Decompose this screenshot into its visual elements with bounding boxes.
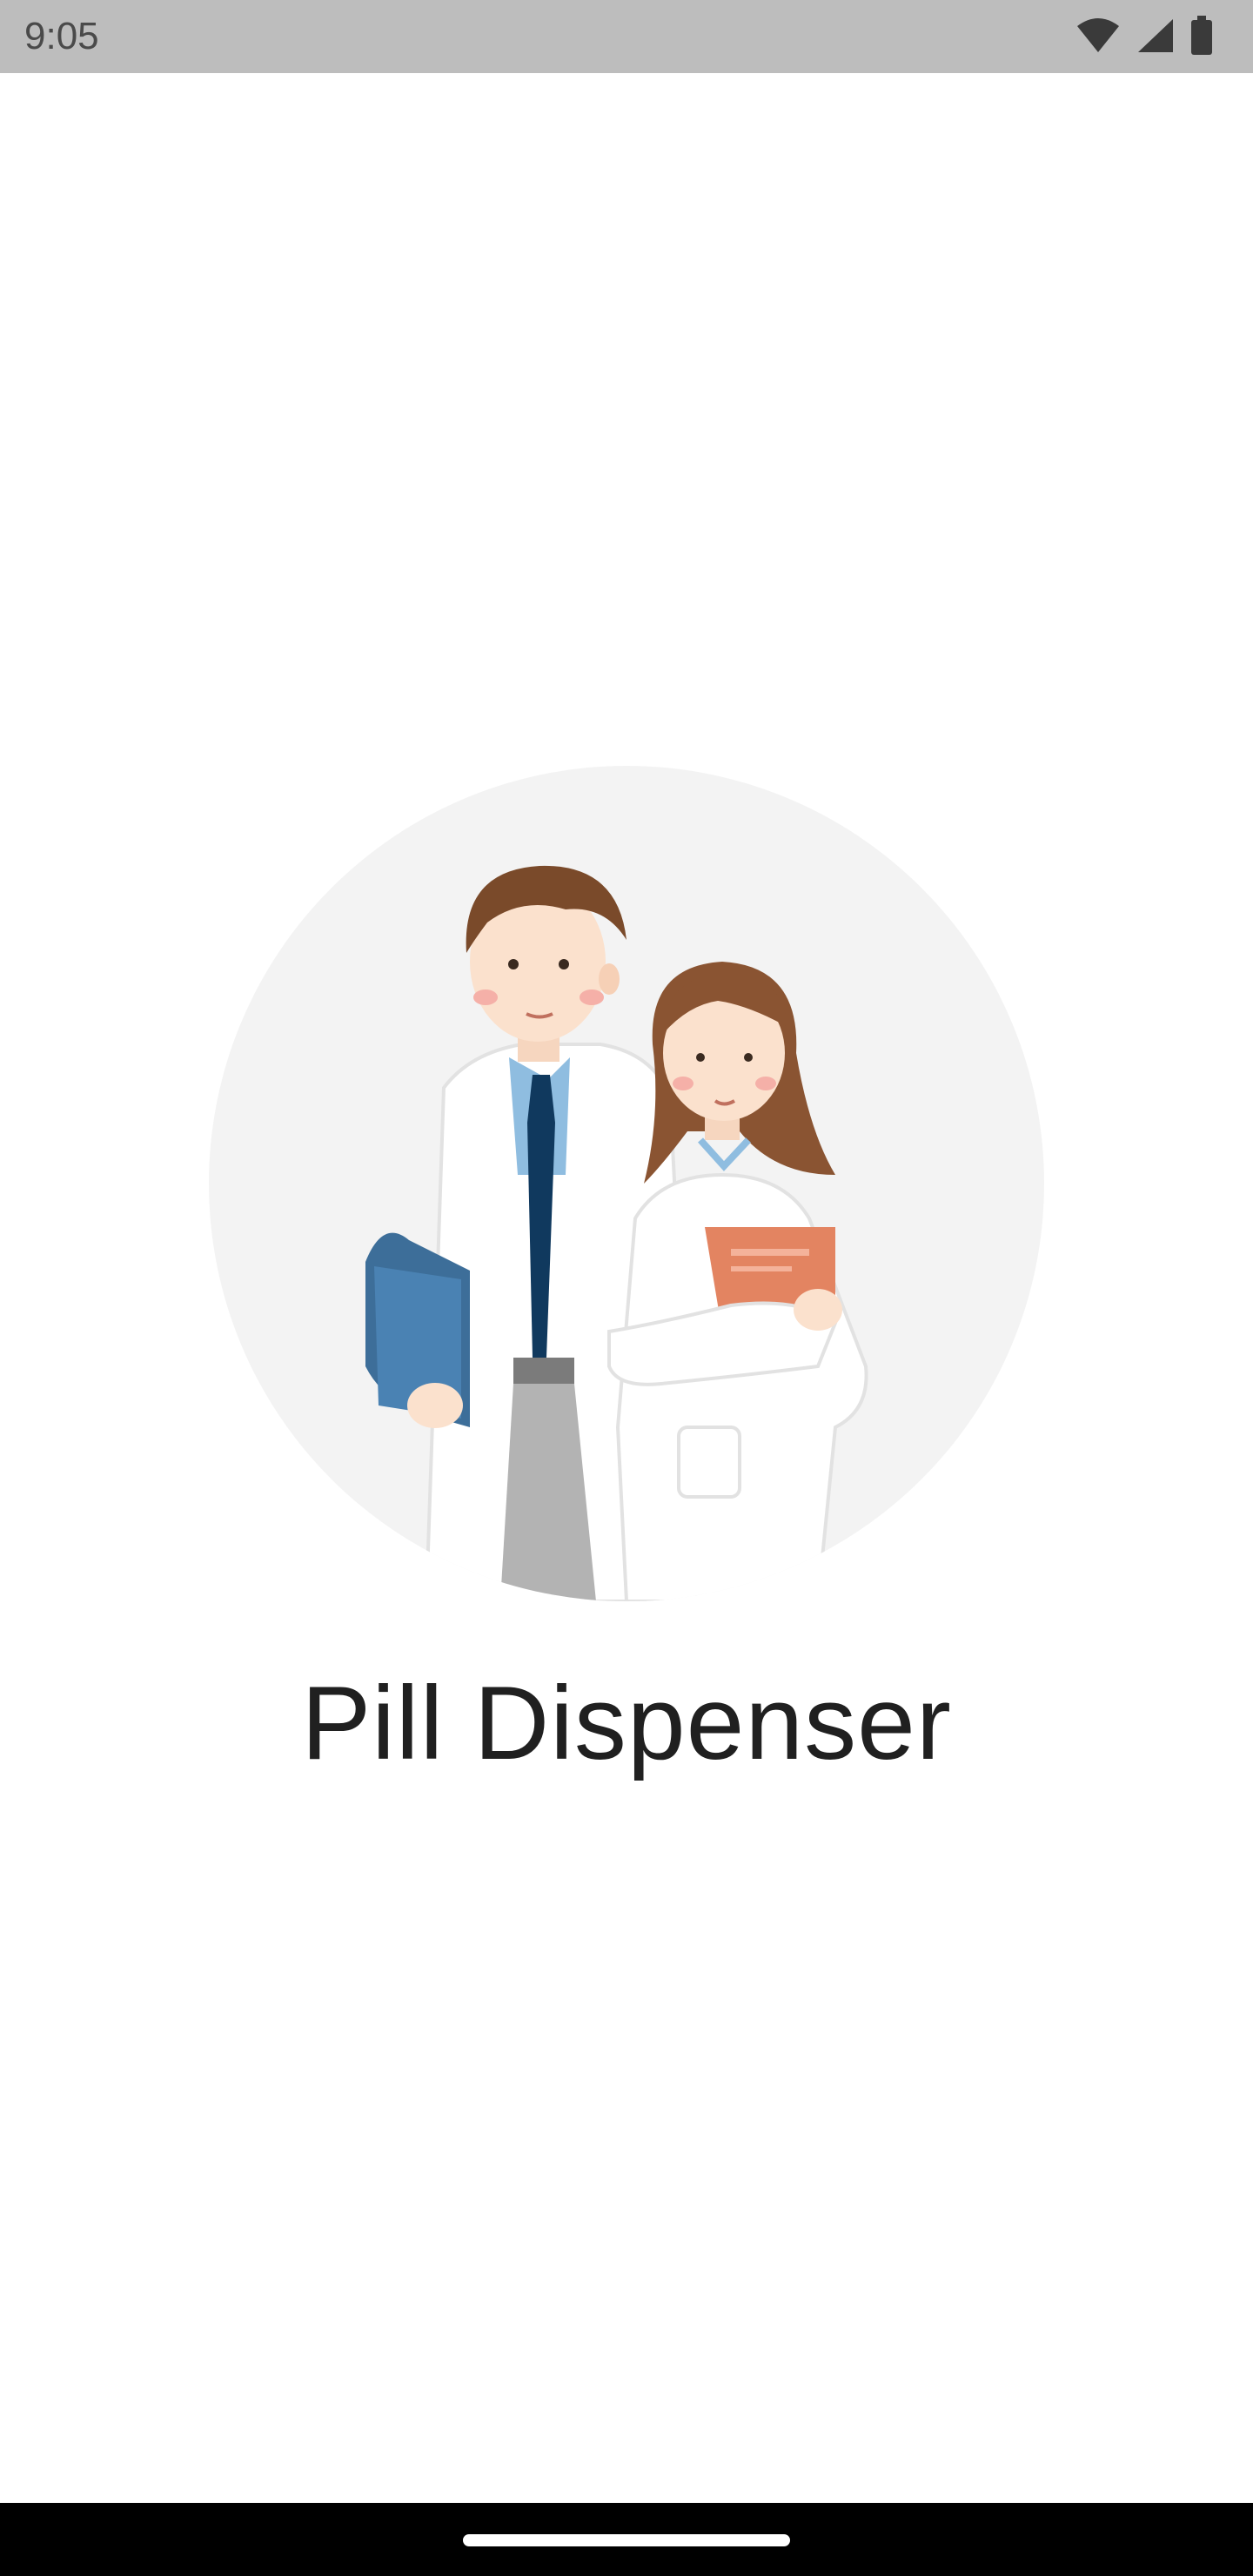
wifi-icon bbox=[1075, 17, 1121, 54]
status-bar: 9:05 bbox=[0, 0, 1253, 73]
doctors-illustration bbox=[365, 865, 868, 1601]
app-title: Pill Dispenser bbox=[301, 1665, 952, 1781]
home-handle[interactable] bbox=[463, 2534, 790, 2546]
cellular-signal-icon bbox=[1136, 17, 1175, 54]
navigation-bar bbox=[0, 2503, 1253, 2576]
splash-screen: 9:05 Pill Dispenser bbox=[0, 0, 1253, 2576]
battery-icon bbox=[1190, 16, 1213, 56]
splash-logo-circle bbox=[209, 766, 1044, 1601]
status-icons bbox=[1075, 16, 1213, 56]
status-time: 9:05 bbox=[24, 15, 99, 57]
